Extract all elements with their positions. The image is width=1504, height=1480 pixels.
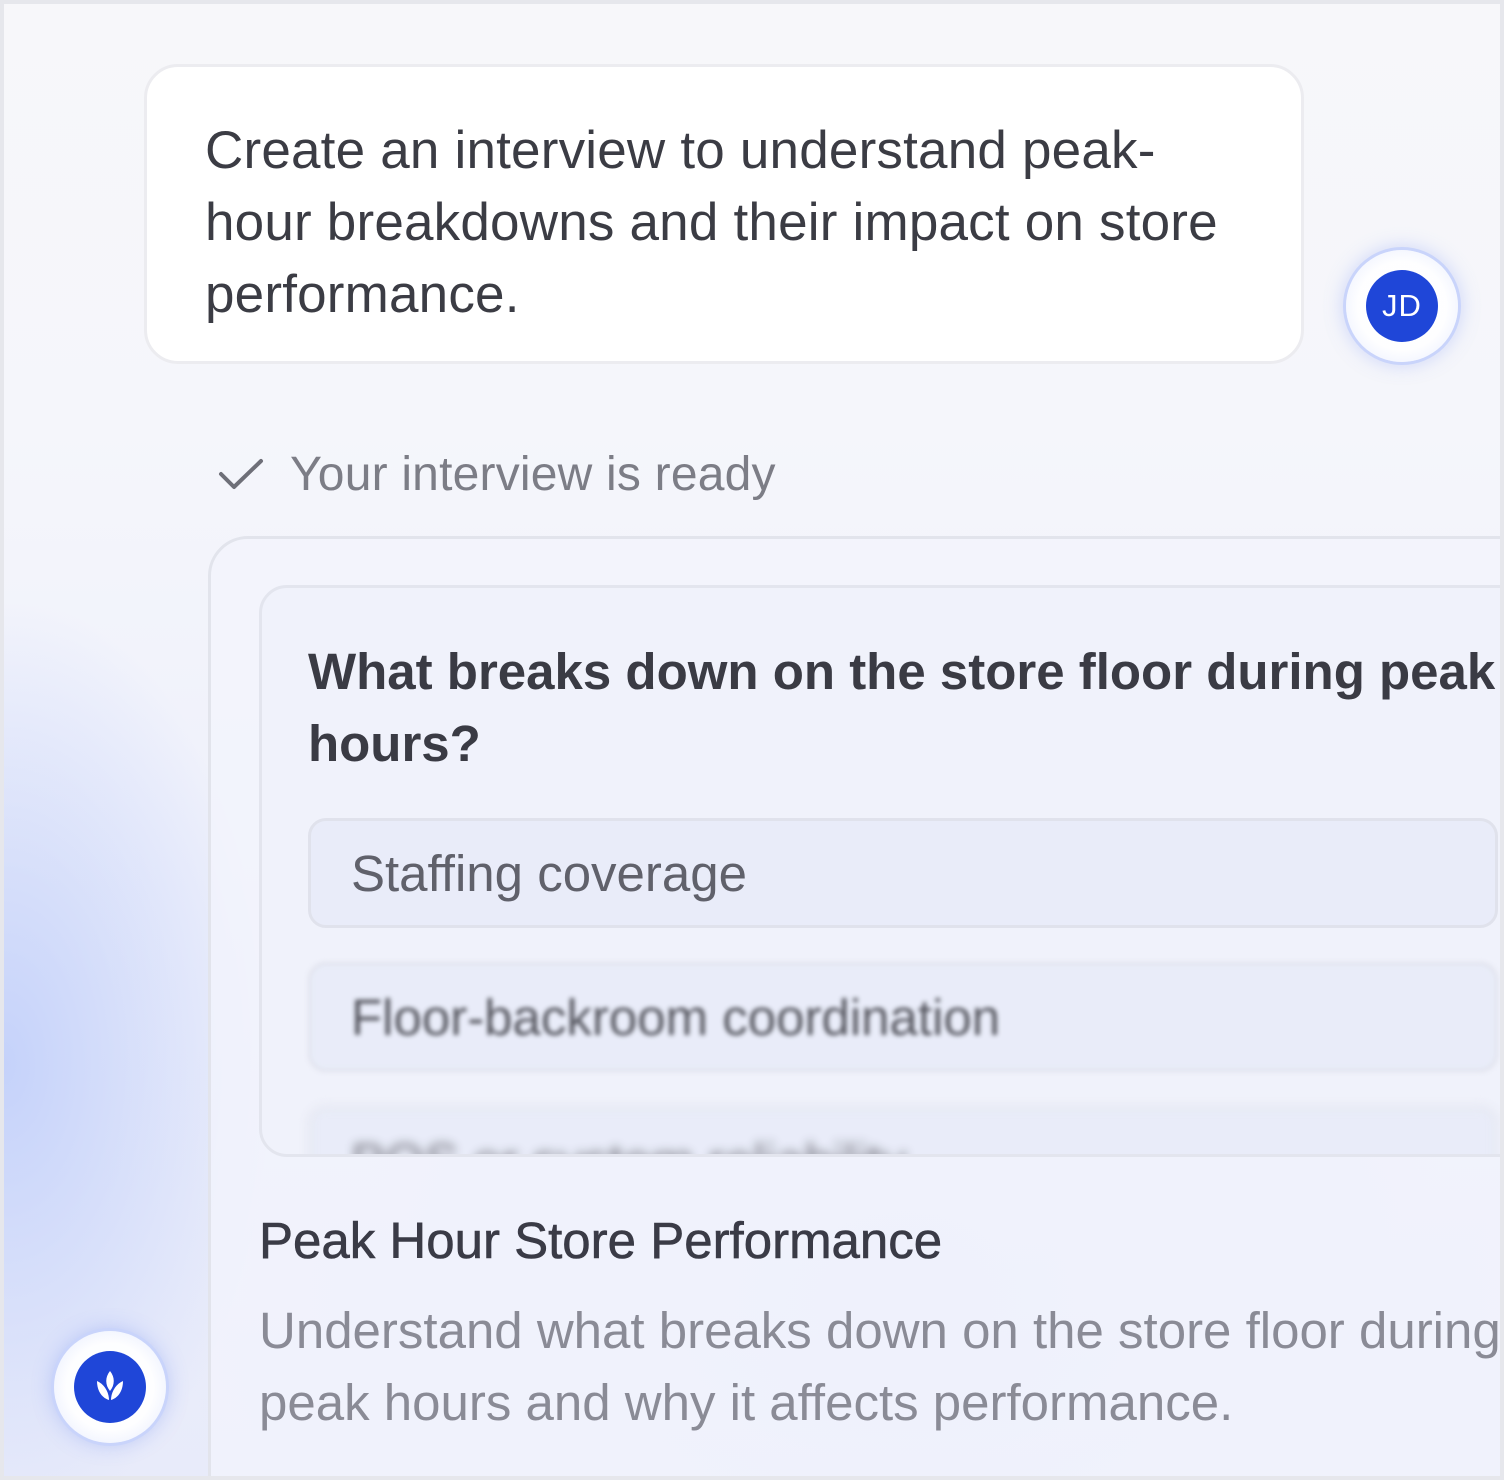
user-message-text: Create an interview to understand peak-h… [205,121,1218,324]
answer-option[interactable]: Floor-backroom coordination [308,962,1498,1072]
user-avatar-initials: JD [1366,270,1438,342]
answer-option-label: Staffing coverage [351,844,747,902]
interview-title: Peak Hour Store Performance [259,1212,943,1270]
answer-option[interactable]: Staffing coverage [308,818,1498,928]
check-icon [219,459,263,489]
interview-description: Understand what breaks down on the store… [259,1302,1501,1431]
interview-card[interactable]: What breaks down on the store floor duri… [208,536,1501,1476]
answer-option-label: Floor-backroom coordination [351,988,1001,1046]
leaf-icon [97,1371,123,1400]
question-preview-card: What breaks down on the store floor duri… [259,585,1500,1157]
status-text: Your interview is ready [290,447,776,501]
assistant-avatar-badge [74,1351,146,1423]
assistant-avatar[interactable] [54,1331,166,1443]
question-text: What breaks down on the store floor duri… [308,643,1496,772]
chat-window: Create an interview to understand peak-h… [0,0,1504,1480]
answer-option[interactable]: POS or system reliability [308,1106,1498,1155]
user-message-bubble: Create an interview to understand peak-h… [144,64,1304,364]
answer-option-label: POS or system reliability [351,1132,906,1155]
user-avatar[interactable]: JD [1346,250,1458,362]
status-line: Your interview is ready [214,442,776,506]
